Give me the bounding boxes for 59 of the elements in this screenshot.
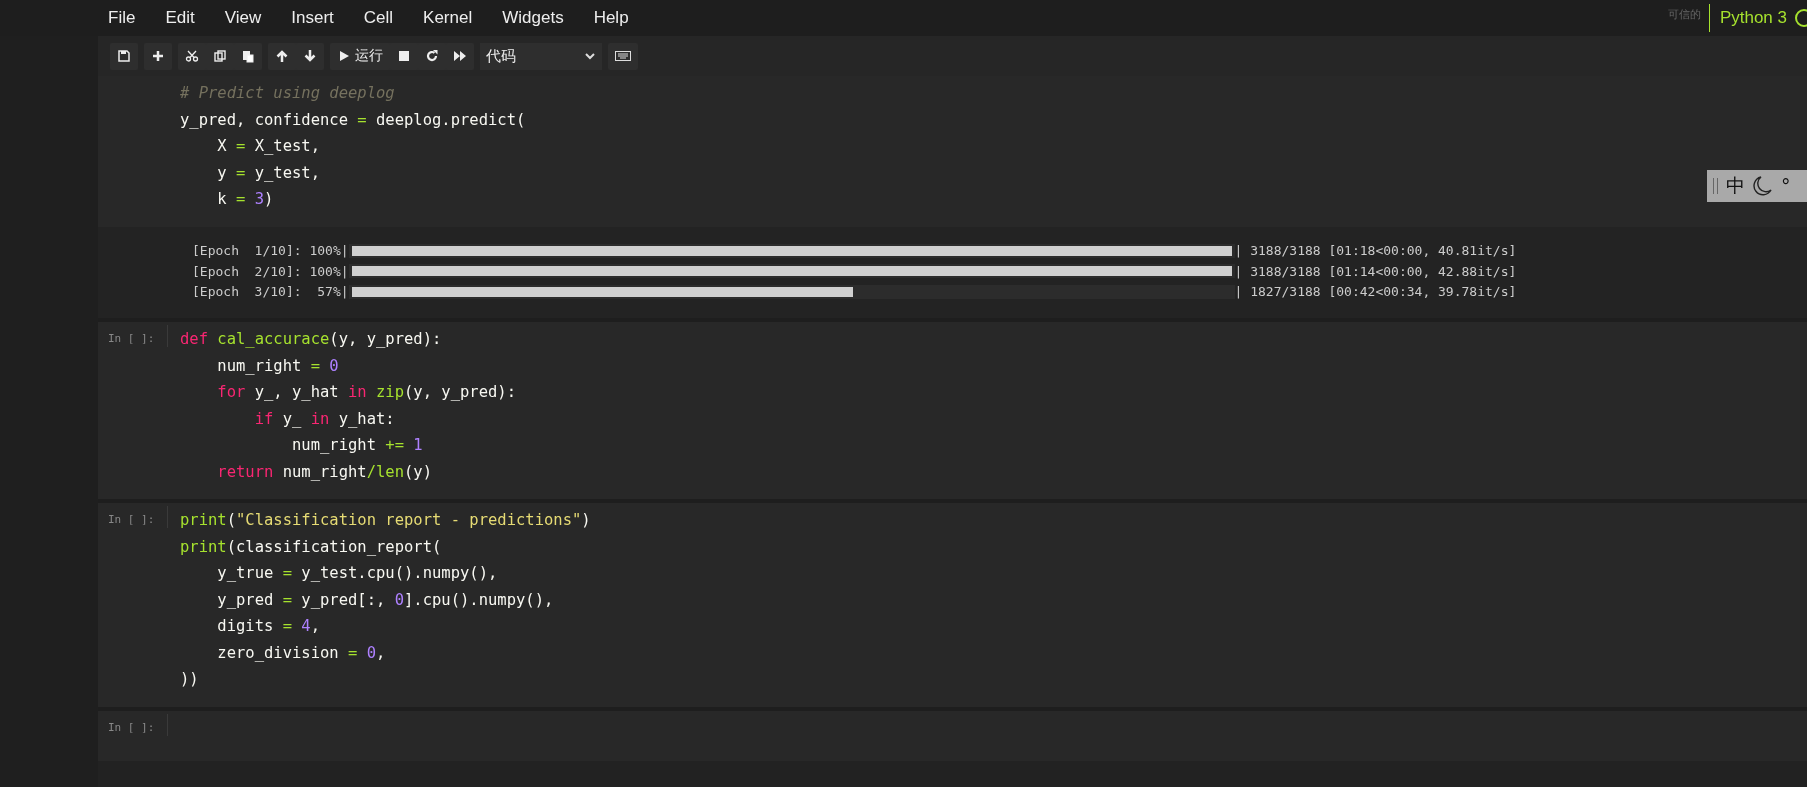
arrow-down-icon [303,49,317,63]
stop-icon [397,49,411,63]
input-mode[interactable]: 中 [1726,173,1745,199]
code-line: num_right = 0 [216,355,339,377]
menu-item[interactable]: Insert [291,8,334,28]
code-line: y_true = y_test.cpu().numpy(), [216,563,498,584]
code-line: zero_division = 0, [216,642,386,664]
code-line: print("Classification report - predictions") [180,510,591,531]
paste-icon [241,49,255,63]
menu-item[interactable]: Help [593,8,629,28]
chevron-down-icon [584,52,596,60]
restart-icon [425,49,439,63]
code-line: y = y_test, [216,162,320,184]
menu-item[interactable]: File [108,8,136,28]
punctuation-mode[interactable]: ° [1781,175,1791,197]
menu-item[interactable]: Kernel [423,8,473,28]
input-prompt: In [ ]: [108,332,155,345]
scissors-icon [185,49,199,63]
code-line: if y_ in y_hat: [253,408,395,430]
notebook-cell[interactable]: In [ ]: [98,710,1807,761]
progress-stats: | 3188/3188 [01:14<00:00, 42.88it/s] [1234,263,1517,279]
code-line: print(classification_report( [180,536,442,558]
code-line: y_pred = y_pred[:, 0].cpu().numpy(), [216,589,554,611]
code-line: y_pred, confidence = deeplog.predict( [180,109,526,131]
notebook-cell[interactable]: In [ ]: def cal_accurace(y, y_pred): num_right = 0 for y_, y_hat in zip(y, y_pred): if y_ in y_hat: num_right += 1 return num_right/len(y) [98,322,1807,499]
fast-forward-icon [453,49,467,63]
progress-stats: | 1827/3188 [00:42<00:34, 39.78it/s] [1234,284,1517,300]
kernel-name[interactable]: Python 3 [1708,4,1787,32]
code-line: for y_, y_hat in zip(y, y_pred): [216,382,516,403]
menu-item[interactable]: Cell [363,8,394,28]
progress-label: [Epoch 3/10]: 57%| [192,284,349,300]
plus-icon [151,49,165,63]
code-line: digits = 4, [216,616,320,637]
notebook-cell[interactable]: In [ ]: print("Classification report - predictions") print(classification_report( y_true = y_test.cpu().numpy(), y_pred = y_pred[:, 0].cpu().numpy(), digits = 4, zero_division = 0, )) [98,503,1807,707]
input-prompt: In [ ]: [108,513,155,526]
menu-item[interactable]: View [224,8,262,28]
save-icon [117,49,131,63]
moon-icon[interactable] [1753,175,1773,197]
code-line: k = 3) [216,189,274,210]
notebook-cell[interactable] [98,76,1807,318]
copy-icon [213,49,227,63]
arrow-up-icon [275,49,289,63]
code-line: return num_right/len(y) [216,461,432,483]
play-icon [337,49,351,63]
progress-label: [Epoch 1/10]: 100%| [192,243,349,259]
code-line: X = X_test, [216,136,320,157]
cell-type-dropdown[interactable]: 代码 [480,42,602,70]
keyboard-icon [615,51,631,61]
code-line: )) [180,669,199,690]
menu-item[interactable]: Widgets [502,8,564,28]
keyboard-button[interactable] [608,42,638,70]
progress-label: [Epoch 2/10]: 100%| [192,263,349,279]
input-prompt: In [ ]: [108,720,155,734]
code-line: num_right += 1 [290,435,423,456]
code-line: def cal_accurace(y, y_pred): [180,329,442,350]
menu-item[interactable]: Edit [165,8,195,28]
progress-stats: | 3188/3188 [01:18<00:00, 40.81it/s] [1234,243,1517,259]
code-line: # Predict using deeplog [180,83,395,104]
kernel-status-icon [1793,8,1807,28]
